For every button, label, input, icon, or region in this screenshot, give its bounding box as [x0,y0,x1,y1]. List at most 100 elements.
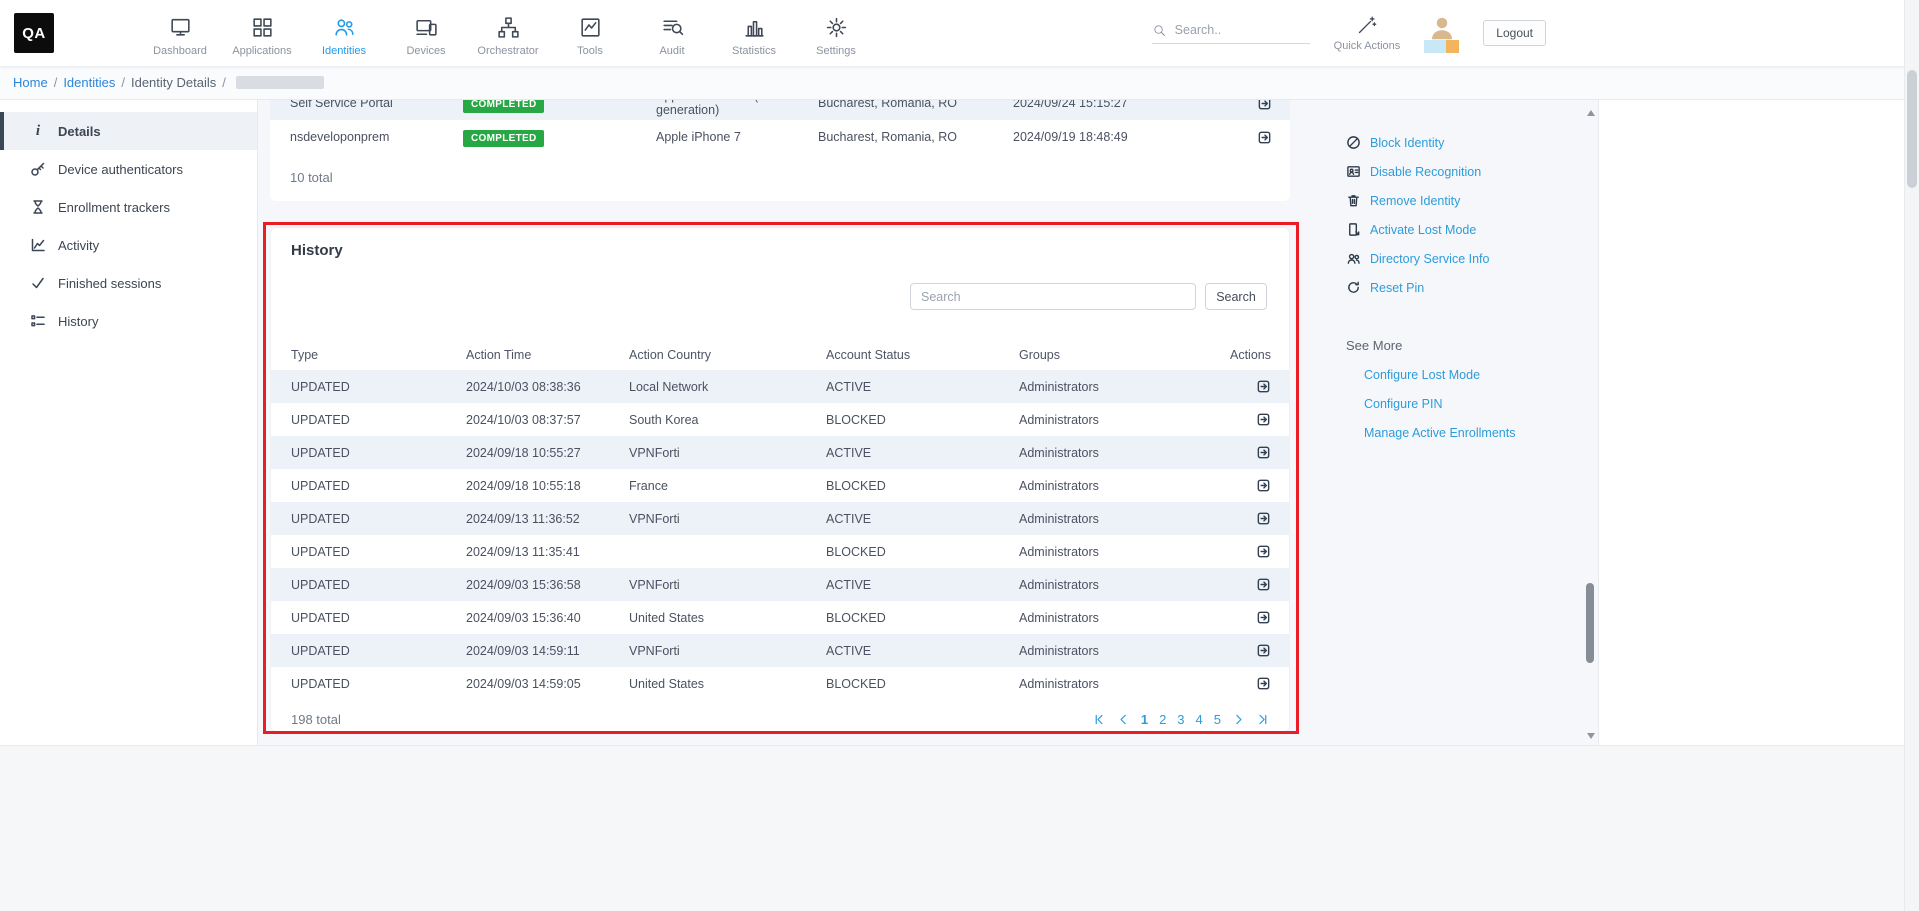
history-title: History [271,242,1289,259]
scroll-up-arrow[interactable] [1587,110,1595,116]
inner-scrollbar-thumb[interactable] [1586,583,1594,663]
sessions-card: Self Service Portal COMPLETED Apple iPho… [270,100,1290,201]
action-time-cell: 2024/09/18 10:55:27 [466,446,629,460]
open-record-icon[interactable] [1256,379,1271,394]
history-row: UPDATED 2024/09/03 15:36:58 VPNForti ACT… [271,568,1289,601]
breadcrumb-identities-link[interactable]: Identities [63,75,115,90]
next-page-icon[interactable] [1232,713,1245,726]
sidebar-item-enrollment-trackers[interactable]: Enrollment trackers [0,188,257,226]
action-time-cell: 2024/09/18 10:55:18 [466,479,629,493]
action-time-cell: 2024/09/13 11:36:52 [466,512,629,526]
open-record-icon[interactable] [1256,544,1271,559]
page-numbers: 12345 [1141,712,1221,727]
nav-item-applications[interactable]: Applications [221,9,303,57]
remove-identity-action[interactable]: Remove Identity [1346,186,1572,215]
session-name-cell: Self Service Portal [270,100,463,110]
action-time-cell: 2024/09/03 14:59:11 [466,644,629,658]
history-row: UPDATED 2024/09/03 14:59:05 United State… [271,667,1289,700]
nav-label: Settings [816,45,856,57]
session-time-cell: 2024/09/24 15:15:27 [1013,100,1190,110]
last-page-icon[interactable] [1256,713,1269,726]
nav-label: Dashboard [153,45,207,57]
open-record-icon[interactable] [1256,511,1271,526]
configure-pin-link[interactable]: Configure PIN [1364,397,1572,411]
page-number[interactable]: 5 [1214,712,1221,727]
logout-button[interactable]: Logout [1483,20,1546,46]
nav-label: Audit [659,45,684,57]
nav-item-settings[interactable]: Settings [795,9,877,57]
nav-item-orchestrator[interactable]: Orchestrator [467,9,549,57]
groups-cell: Administrators [1019,380,1212,394]
open-record-icon[interactable] [1256,643,1271,658]
open-record-icon[interactable] [1256,412,1271,427]
history-card: History Search Type Action Time Action C… [270,227,1290,732]
open-record-icon[interactable] [1257,130,1272,145]
app-logo[interactable]: QA [14,13,54,53]
type-cell: UPDATED [271,578,466,592]
open-record-icon[interactable] [1256,577,1271,592]
nav-item-statistics[interactable]: Statistics [713,9,795,57]
directory-service-info-action[interactable]: Directory Service Info [1346,244,1572,273]
manage-active-enrollments-link[interactable]: Manage Active Enrollments [1364,426,1572,440]
block-icon [1346,135,1361,150]
session-actions-cell [1190,100,1290,111]
actions-cell [1212,478,1289,493]
session-actions-cell [1190,130,1290,145]
status-badge: COMPLETED [463,100,544,113]
hourglass-icon [30,199,46,215]
groups-cell: Administrators [1019,611,1212,625]
nav-item-identities[interactable]: Identities [303,9,385,57]
tools-icon [578,15,603,40]
first-page-icon[interactable] [1093,713,1106,726]
account-status-cell: ACTIVE [826,512,1019,526]
sidebar-item-details[interactable]: i Details [0,112,257,150]
session-device-cell: Apple iPhone 7 [656,130,818,144]
page-number[interactable]: 3 [1177,712,1184,727]
open-record-icon[interactable] [1256,676,1271,691]
nav-item-tools[interactable]: Tools [549,9,631,57]
activate-lost-mode-action[interactable]: Activate Lost Mode [1346,215,1572,244]
open-record-icon[interactable] [1256,445,1271,460]
type-cell: UPDATED [271,545,466,559]
action-country-cell: Local Network [629,380,826,394]
history-search-input[interactable] [910,283,1196,310]
scroll-down-arrow[interactable] [1587,733,1595,739]
page-number[interactable]: 2 [1159,712,1166,727]
window-scrollbar-thumb[interactable] [1907,70,1917,188]
topbar-search-input[interactable] [1175,23,1293,37]
sidebar-item-label: Enrollment trackers [58,200,170,215]
action-country-cell: South Korea [629,413,826,427]
quick-actions-button[interactable]: Quick Actions [1334,15,1401,52]
page-number[interactable]: 4 [1196,712,1203,727]
sidebar-item-history[interactable]: History [0,302,257,340]
user-avatar[interactable] [1424,13,1459,53]
sidebar-item-activity[interactable]: Activity [0,226,257,264]
open-record-icon[interactable] [1256,478,1271,493]
block-identity-action[interactable]: Block Identity [1346,128,1572,157]
nav-label: Identities [322,45,366,57]
history-search-button[interactable]: Search [1205,283,1267,310]
users-icon [1346,251,1361,266]
actions-cell [1212,412,1289,427]
configure-lost-mode-link[interactable]: Configure Lost Mode [1364,368,1572,382]
account-status-cell: BLOCKED [826,479,1019,493]
actions-cell [1212,511,1289,526]
nav-item-devices[interactable]: Devices [385,9,467,57]
reset-pin-action[interactable]: Reset Pin [1346,273,1572,302]
main-column: Self Service Portal COMPLETED Apple iPho… [270,100,1290,732]
sidebar-item-finished-sessions[interactable]: Finished sessions [0,264,257,302]
account-status-cell: ACTIVE [826,578,1019,592]
history-table-header: Type Action Time Action Country Account … [271,340,1289,370]
nav-item-dashboard[interactable]: Dashboard [139,9,221,57]
open-record-icon[interactable] [1256,610,1271,625]
highlight-swatch [1424,40,1459,53]
breadcrumb-home-link[interactable]: Home [13,75,48,90]
nav-item-audit[interactable]: Audit [631,9,713,57]
session-status-cell: COMPLETED [463,100,656,110]
prev-page-icon[interactable] [1117,713,1130,726]
disable-recognition-action[interactable]: Disable Recognition [1346,157,1572,186]
open-record-icon[interactable] [1257,100,1272,111]
page-number[interactable]: 1 [1141,712,1148,727]
history-row: UPDATED 2024/09/18 10:55:18 France BLOCK… [271,469,1289,502]
sidebar-item-device-authenticators[interactable]: Device authenticators [0,150,257,188]
